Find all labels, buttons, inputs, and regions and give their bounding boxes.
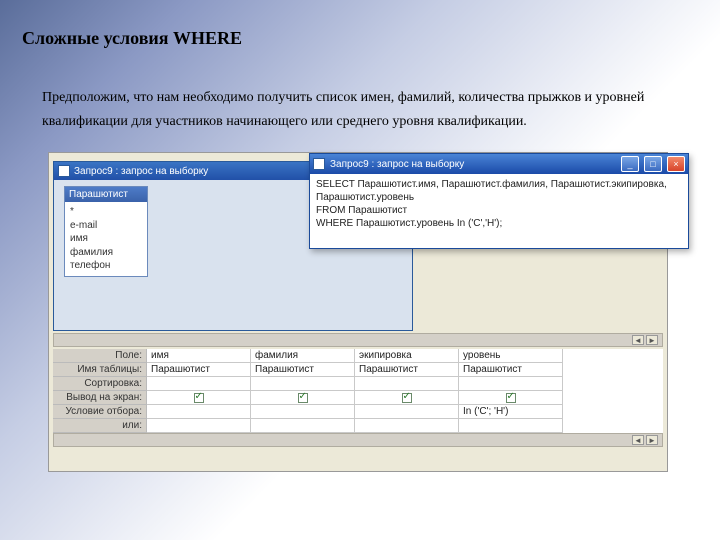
sql-line: SELECT Парашютист.имя, Парашютист.фамили… — [316, 178, 682, 204]
qbe-cell[interactable] — [251, 405, 355, 419]
qbe-cell[interactable]: имя — [147, 349, 251, 363]
sql-title-text: Запрос9 : запрос на выборку — [330, 159, 616, 170]
document-icon — [313, 158, 325, 170]
pane-splitter[interactable]: ◄ ► — [53, 333, 663, 347]
field-item[interactable]: фамилия — [70, 246, 142, 260]
close-button[interactable]: × — [667, 156, 685, 172]
scroll-right-icon[interactable]: ► — [646, 435, 658, 445]
table-fieldlist[interactable]: Парашютист * e-mail имя фамилия телефон — [64, 186, 148, 277]
row-label-table: Имя таблицы: — [53, 363, 147, 377]
checkbox-icon[interactable] — [506, 393, 516, 403]
row-label-field: Поле: — [53, 349, 147, 363]
qbe-show-cell[interactable] — [459, 391, 563, 405]
qbe-cell[interactable] — [251, 419, 355, 433]
table-fields[interactable]: * e-mail имя фамилия телефон — [65, 202, 147, 276]
qbe-cell[interactable] — [147, 405, 251, 419]
qbe-cell[interactable]: уровень — [459, 349, 563, 363]
qbe-cell[interactable] — [459, 377, 563, 391]
sql-line: FROM Парашютист — [316, 204, 682, 217]
qbe-cell[interactable] — [355, 419, 459, 433]
qbe-show-cell[interactable] — [251, 391, 355, 405]
document-icon — [58, 165, 70, 177]
row-label-or: или: — [53, 419, 147, 433]
qbe-cell[interactable]: экипировка — [355, 349, 459, 363]
qbe-scrollbar[interactable]: ◄ ► — [53, 433, 663, 447]
qbe-cell[interactable] — [251, 377, 355, 391]
sql-text[interactable]: SELECT Парашютист.имя, Парашютист.фамили… — [310, 174, 688, 234]
scroll-right-icon[interactable]: ► — [646, 335, 658, 345]
minimize-button[interactable]: _ — [621, 156, 639, 172]
qbe-cell[interactable]: Парашютист — [251, 363, 355, 377]
field-item[interactable]: e-mail — [70, 219, 142, 233]
scroll-left-icon[interactable]: ◄ — [632, 335, 644, 345]
qbe-cell[interactable]: фамилия — [251, 349, 355, 363]
field-item[interactable]: * — [70, 205, 142, 219]
page-title: Сложные условия WHERE — [22, 28, 242, 49]
maximize-button[interactable]: □ — [644, 156, 662, 172]
qbe-cell[interactable]: Парашютист — [355, 363, 459, 377]
qbe-cell[interactable]: In ('С'; 'Н') — [459, 405, 563, 419]
field-item[interactable]: телефон — [70, 259, 142, 273]
qbe-cell[interactable] — [147, 419, 251, 433]
qbe-cell[interactable] — [147, 377, 251, 391]
qbe-cell[interactable]: Парашютист — [459, 363, 563, 377]
field-item[interactable]: имя — [70, 232, 142, 246]
row-label-sort: Сортировка: — [53, 377, 147, 391]
description-paragraph: Предположим, что нам необходимо получить… — [42, 86, 690, 134]
table-name: Парашютист — [65, 187, 147, 202]
qbe-grid[interactable]: Поле: имя фамилия экипировка уровень Имя… — [53, 349, 663, 433]
row-label-criteria: Условие отбора: — [53, 405, 147, 419]
designer-title-text: Запрос9 : запрос на выборку — [74, 166, 208, 177]
qbe-show-cell[interactable] — [147, 391, 251, 405]
checkbox-icon[interactable] — [298, 393, 308, 403]
qbe-cell[interactable]: Парашютист — [147, 363, 251, 377]
qbe-show-cell[interactable] — [355, 391, 459, 405]
sql-line: WHERE Парашютист.уровень In ('С','Н'); — [316, 217, 682, 230]
checkbox-icon[interactable] — [194, 393, 204, 403]
sql-titlebar[interactable]: Запрос9 : запрос на выборку _ □ × — [310, 154, 688, 174]
checkbox-icon[interactable] — [402, 393, 412, 403]
qbe-cell[interactable] — [459, 419, 563, 433]
scroll-left-icon[interactable]: ◄ — [632, 435, 644, 445]
row-label-show: Вывод на экран: — [53, 391, 147, 405]
qbe-cell[interactable] — [355, 377, 459, 391]
sql-view-window: Запрос9 : запрос на выборку _ □ × SELECT… — [309, 153, 689, 249]
access-app-area: Запрос9 : запрос на выборку Парашютист *… — [48, 152, 668, 472]
qbe-cell[interactable] — [355, 405, 459, 419]
